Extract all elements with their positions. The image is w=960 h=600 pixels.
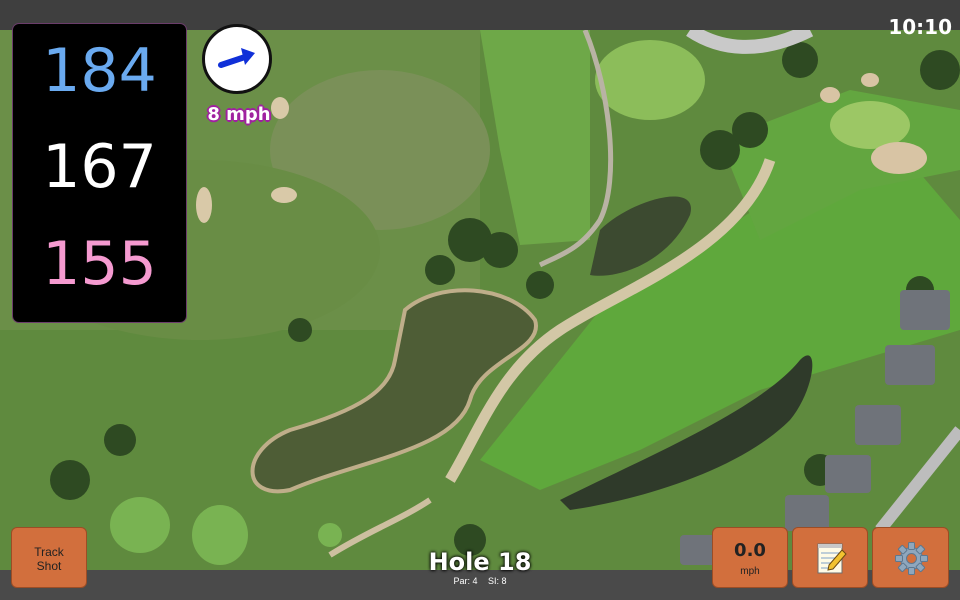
hole-title: Hole 18 <box>428 548 532 576</box>
wind-speed-label: 8 mph <box>207 104 271 125</box>
hole-meta: Par: 4 SI: 8 <box>400 576 560 587</box>
speed-unit: mph <box>740 566 760 577</box>
track-shot-label-line1: Track <box>34 545 64 559</box>
front-distance: 155 <box>42 229 157 299</box>
arrow-icon <box>218 48 255 68</box>
middle-distance: 167 <box>42 132 157 202</box>
distance-panel: 184 167 155 <box>12 23 187 323</box>
hole-info: Hole 18 Par: 4 SI: 8 <box>400 548 560 587</box>
hole-par: Par: 4 <box>453 576 478 586</box>
hole-stroke-index: SI: 8 <box>488 576 507 586</box>
scorecard-notes-button[interactable] <box>792 527 868 588</box>
notepad-icon <box>817 543 847 574</box>
wind-direction-dial <box>202 24 272 94</box>
speed-button[interactable]: 0.0 mph <box>712 527 788 588</box>
track-shot-button[interactable]: Track Shot <box>11 527 87 588</box>
gear-icon <box>895 542 928 575</box>
back-distance: 184 <box>42 36 157 106</box>
status-clock: 10:10 <box>888 15 952 39</box>
track-shot-label-line2: Shot <box>36 559 62 573</box>
speed-value: 0.0 <box>734 540 766 561</box>
settings-button[interactable] <box>872 527 949 588</box>
